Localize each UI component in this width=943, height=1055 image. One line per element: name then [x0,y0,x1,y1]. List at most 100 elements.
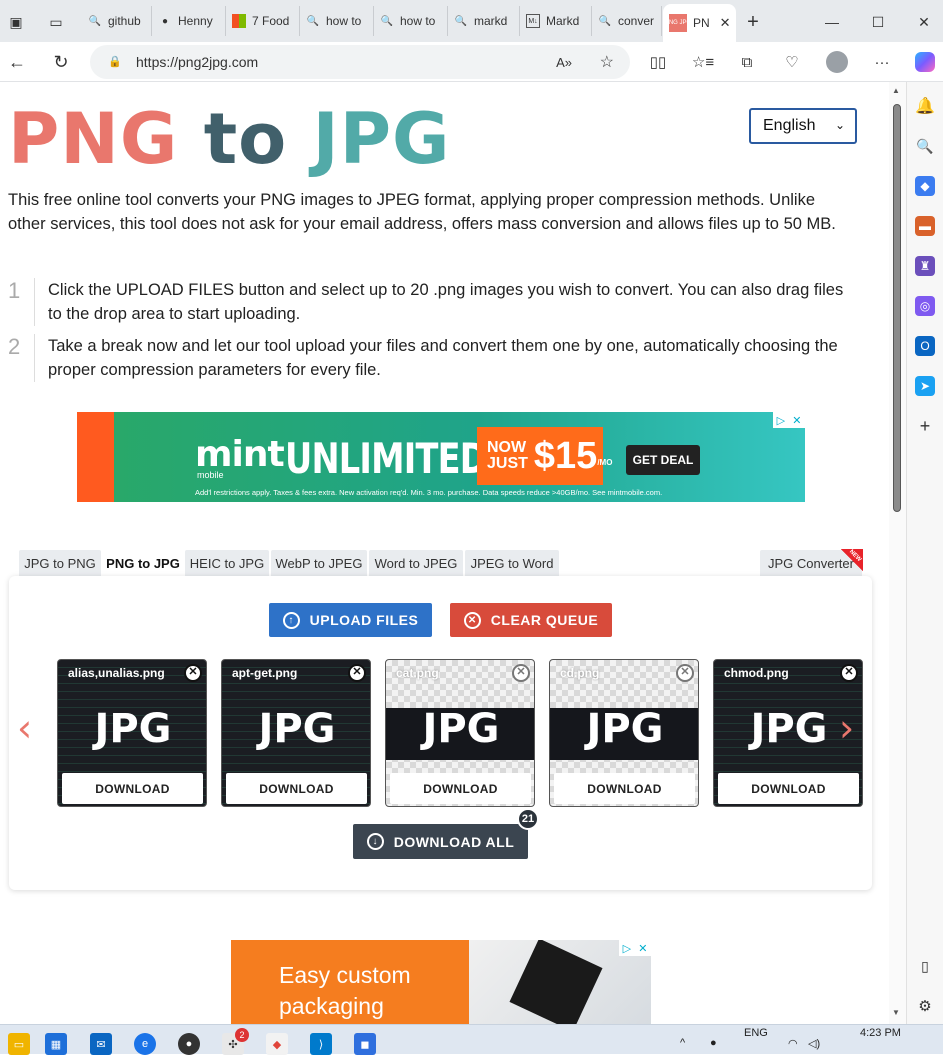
favorites-icon[interactable]: ☆≡ [688,48,718,76]
workspaces-icon[interactable]: ▣ [2,8,30,36]
games-icon[interactable]: ♜ [915,256,935,276]
close-tab-icon[interactable]: ✕ [720,15,731,31]
page-scrollbar[interactable]: ▲ ▼ [889,82,906,1024]
app-icon[interactable]: ◼ [354,1033,376,1055]
scrollbar-thumb[interactable] [893,104,901,512]
search-icon: 🔍 [380,15,394,27]
carousel-prev-arrow[interactable]: ‹ [17,706,32,750]
search-icon[interactable]: 🔍 [915,136,935,156]
remove-file-icon[interactable]: ✕ [184,664,202,682]
language-select[interactable]: English ⌄ [749,108,857,144]
back-icon[interactable]: ← [2,48,32,76]
ad-choices-icon[interactable]: ▷ ✕ [773,412,805,428]
browser-essentials-icon[interactable]: ♡ [777,48,807,76]
shopping-icon[interactable]: ◆ [915,176,935,196]
download-button[interactable]: DOWNLOAD [226,773,367,804]
tab-png-to-jpg[interactable]: PNG to JPG [103,550,183,576]
browser-tab[interactable]: 🔍 github [82,6,152,36]
download-all-button[interactable]: ↓ DOWNLOAD ALL [353,824,528,859]
browser-tab[interactable]: ● Henny [152,6,226,36]
tab-jpeg-to-word[interactable]: JPEG to Word [465,550,559,576]
notifications-icon[interactable]: 🔔 [915,96,935,116]
download-button[interactable]: DOWNLOAD [718,773,859,804]
markdown-icon: M↓ [526,14,540,28]
remove-file-icon[interactable]: ✕ [512,664,530,682]
minimize-icon[interactable]: — [818,8,846,36]
converter-panel: ↑ UPLOAD FILES ✕ CLEAR QUEUE ‹ alias,una… [9,576,872,890]
tab-jpg-to-png[interactable]: JPG to PNG [19,550,101,576]
ad-banner-packaging[interactable]: Easy custom packaging ▷ ✕ [231,940,651,1024]
language-indicator[interactable]: ENG [744,1027,768,1039]
browser-tab-active[interactable]: PNG JPG PN ✕ [663,4,736,42]
browser-tab[interactable]: 🔍 markd [448,6,520,36]
remove-file-icon[interactable]: ✕ [348,664,366,682]
browser-tab[interactable]: 🔍 how to [300,6,374,36]
tab-word-to-jpeg[interactable]: Word to JPEG [369,550,463,576]
tray-app-icon[interactable]: ● [710,1037,717,1049]
clear-x-icon: ✕ [463,611,481,629]
more-menu-icon[interactable]: ··· [867,48,897,76]
ad-choices-icon[interactable]: ▷ ✕ [619,940,651,956]
close-window-icon[interactable]: ✕ [910,8,938,36]
remove-file-icon[interactable]: ✕ [676,664,694,682]
step-item: 2 Take a break now and let our tool uplo… [8,334,858,390]
favorite-star-icon[interactable]: ☆ [600,52,614,72]
url-field[interactable]: 🔒 https://png2jpg.com A» ☆ [90,45,630,79]
read-aloud-icon[interactable]: A» [556,55,572,70]
upload-files-button[interactable]: ↑ UPLOAD FILES [269,603,432,637]
lock-icon: 🔒 [108,56,122,68]
browser-sidebar: 🔔 🔍 ◆ ▬ ♜ ◎ O ➤ + ▯ ⚙ [906,82,943,1024]
remove-file-icon[interactable]: ✕ [840,664,858,682]
wifi-icon[interactable]: ◠ [788,1037,798,1050]
clear-queue-button[interactable]: ✕ CLEAR QUEUE [450,603,612,637]
search-icon: 🔍 [598,15,612,27]
maximize-icon[interactable]: ☐ [864,8,892,36]
copilot-icon[interactable] [910,48,940,76]
tray-chevron-icon[interactable]: ^ [680,1037,685,1049]
store-icon[interactable]: ▦ [45,1033,67,1055]
settings-gear-icon[interactable]: ⚙ [915,996,935,1016]
microsoft-365-icon[interactable]: ◎ [915,296,935,316]
microsoft-icon [232,14,246,28]
tools-icon[interactable]: ▬ [915,216,935,236]
profile-avatar[interactable] [822,48,852,76]
new-tab-icon[interactable]: + [739,8,767,36]
file-explorer-icon[interactable]: ▭ [8,1033,30,1055]
browser-tab[interactable]: M↓ Markd [520,6,592,36]
web-page: PNG to JPG English ⌄ This free online to… [0,82,889,1024]
notification-badge: 2 [235,1028,249,1042]
refresh-icon[interactable]: ↻ [46,48,76,76]
upload-arrow-icon: ↑ [282,611,300,629]
steps-list: 1 Click the UPLOAD FILES button and sele… [8,278,858,390]
split-screen-icon[interactable]: ▯▯ [643,48,673,76]
add-sidebar-app-icon[interactable]: + [915,416,935,436]
site-logo[interactable]: PNG to JPG [8,104,450,174]
scroll-up-icon[interactable]: ▲ [892,86,900,95]
volume-icon[interactable]: ◁) [808,1037,820,1050]
tab-jpg-converter[interactable]: JPG Converter NEW [760,549,863,576]
download-button[interactable]: DOWNLOAD [390,773,531,804]
download-button[interactable]: DOWNLOAD [62,773,203,804]
tab-heic-to-jpg[interactable]: HEIC to JPG [185,550,269,576]
clock-time[interactable]: 4:23 PM [860,1027,901,1039]
edge-icon[interactable]: e [134,1033,156,1055]
ad-banner-mint-mobile[interactable]: mint mobile UNLIMITED NOW JUST $15 /MO G… [77,412,805,502]
carousel-next-arrow[interactable]: › [839,706,854,750]
git-icon[interactable]: ◆ [266,1033,288,1055]
browser-tab[interactable]: 7 Food [226,6,300,36]
github-desktop-icon[interactable]: ● [178,1033,200,1055]
tab-actions-icon[interactable]: ▭ [42,8,70,36]
vscode-icon[interactable]: ⟩ [310,1033,332,1055]
browser-tab[interactable]: 🔍 conver [592,6,662,36]
download-button[interactable]: DOWNLOAD [554,773,695,804]
drop-icon[interactable]: ➤ [915,376,935,396]
scroll-down-icon[interactable]: ▼ [892,1008,900,1017]
outlook-icon[interactable]: O [915,336,935,356]
ad-get-deal-button[interactable]: GET DEAL [626,445,700,475]
tab-webp-to-jpeg[interactable]: WebP to JPEG [271,550,367,576]
browser-tab[interactable]: 🔍 how to [374,6,448,36]
mail-icon[interactable]: ✉ [90,1033,112,1055]
hide-sidebar-icon[interactable]: ▯ [915,956,935,976]
collections-icon[interactable]: ⧉ [732,48,762,76]
browser-tab-bar: ▣ ▭ 🔍 github ● Henny 7 Food 🔍 how to 🔍 how t… [0,0,943,42]
